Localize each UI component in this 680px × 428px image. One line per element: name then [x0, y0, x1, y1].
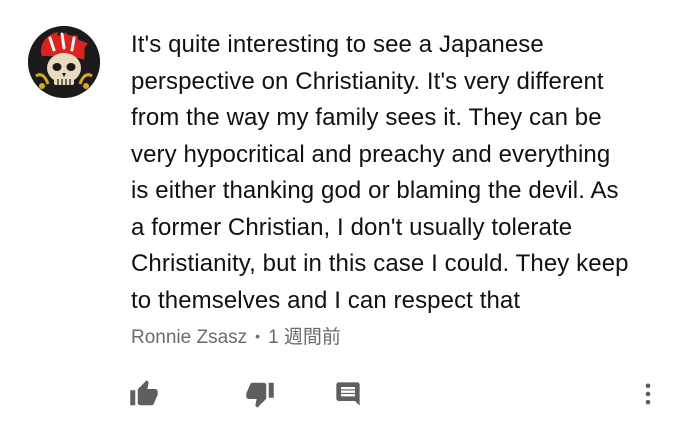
meta-separator: • — [255, 328, 261, 344]
comment-timestamp[interactable]: 1 週間前 — [268, 327, 341, 348]
thumbs-down-icon — [246, 382, 274, 408]
comment-line: Christianity, but in this case I could. … — [131, 250, 629, 277]
comment: It's quite interesting to see a Japanese… — [0, 0, 680, 428]
more-options-button[interactable] — [628, 370, 668, 418]
comment-line: It's quite interesting to see a Japanese — [131, 31, 544, 58]
avatar[interactable] — [28, 26, 100, 98]
comment-line: very hypocritical and preachy and everyt… — [131, 140, 611, 168]
dislike-button[interactable] — [240, 370, 280, 418]
comment-icon — [336, 382, 360, 406]
comment-text: It's quite interesting to see a Japanese… — [131, 27, 661, 319]
author-name[interactable]: Ronnie Zsasz — [131, 327, 247, 348]
comment-line: perspective on Christianity. It's very d… — [131, 67, 604, 95]
comment-meta: Ronnie Zsasz • 1 週間前 — [131, 322, 341, 352]
comment-line: is either thanking god or blaming the de… — [131, 177, 619, 204]
reply-button[interactable] — [328, 370, 368, 418]
comment-line: a former Christian, I don't usually tole… — [131, 213, 573, 241]
comment-actions — [0, 370, 680, 422]
skull-logo-icon — [28, 26, 100, 98]
comment-line: to themselves and I can respect that — [131, 286, 521, 314]
more-vertical-icon — [645, 383, 651, 405]
like-button[interactable] — [124, 370, 164, 418]
comment-line: from the way my family sees it. They can… — [131, 104, 602, 131]
thumbs-up-icon — [130, 380, 158, 406]
